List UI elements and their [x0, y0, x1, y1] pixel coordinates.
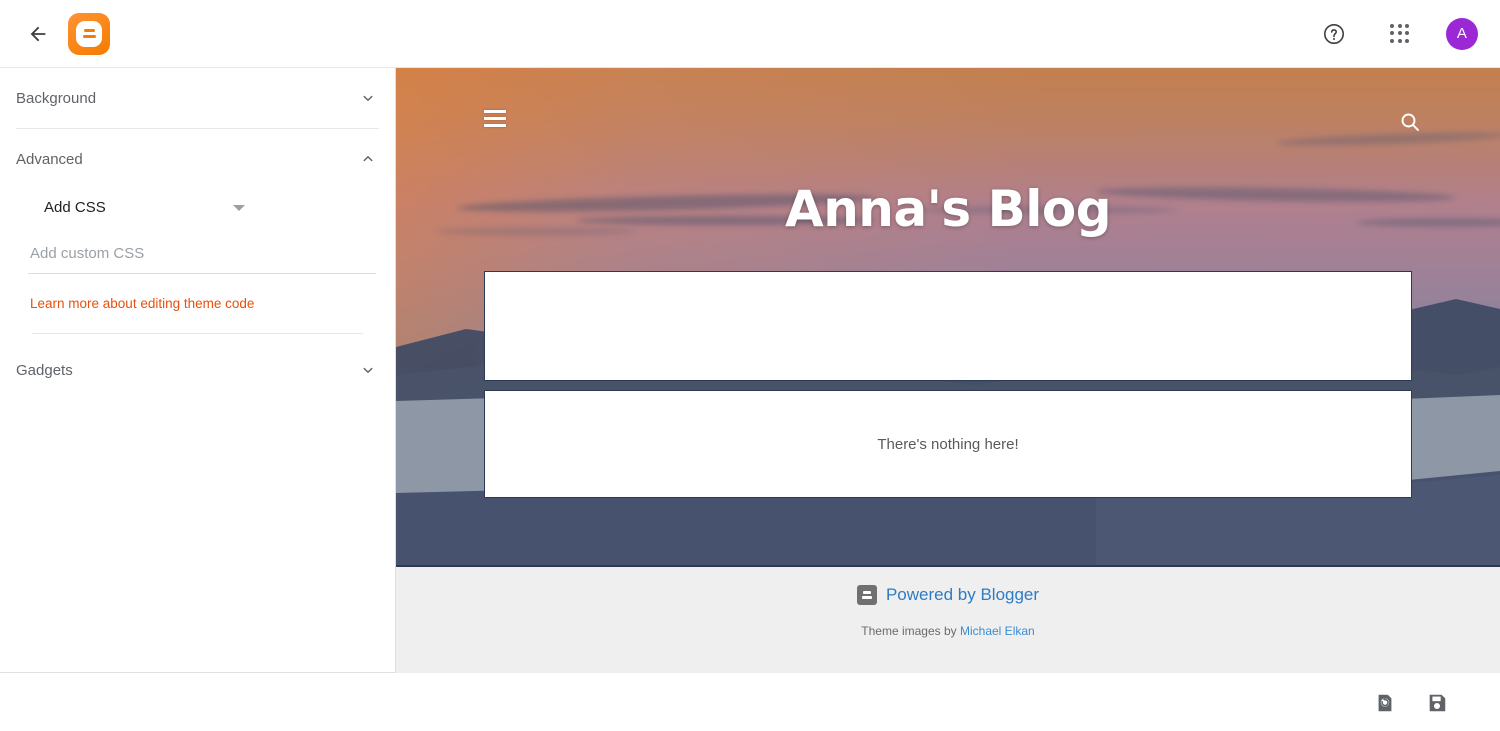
section-label-advanced: Advanced	[16, 150, 83, 168]
avatar[interactable]: A	[1446, 17, 1478, 50]
theme-credit-prefix: Theme images by	[861, 624, 960, 638]
revert-button[interactable]	[1368, 686, 1402, 720]
google-apps-button[interactable]	[1380, 14, 1420, 54]
help-button[interactable]	[1314, 14, 1354, 54]
advanced-section-body: Add CSS Learn more about editing theme c…	[0, 189, 395, 340]
css-target-select[interactable]: Add CSS	[16, 189, 379, 226]
logo-bar-bottom	[82, 35, 96, 39]
custom-css-input[interactable]	[28, 240, 376, 274]
preview-card-top	[484, 271, 1412, 381]
divider-after-advanced	[32, 333, 363, 334]
empty-state-message: There's nothing here!	[877, 435, 1019, 453]
menu-bar	[484, 110, 506, 113]
preview-hero-background: Anna's Blog There's nothing here!	[396, 68, 1500, 565]
custom-css-field-wrap	[16, 226, 379, 274]
sidebar-section-gadgets[interactable]: Gadgets	[0, 340, 395, 400]
blogger-theme-customizer: A Background Advanced Add CSS Add custom…	[0, 0, 1500, 731]
logo-bar-top	[83, 28, 95, 32]
theme-credit-author-link[interactable]: Michael Elkan	[960, 624, 1035, 638]
section-label-gadgets: Gadgets	[16, 361, 73, 379]
revert-icon	[1378, 694, 1392, 711]
section-label-background: Background	[16, 89, 97, 107]
powered-by-blogger[interactable]: Powered by Blogger	[856, 585, 1040, 605]
css-target-select-value: Add CSS	[44, 199, 106, 216]
preview-card-empty-state: There's nothing here!	[484, 390, 1412, 498]
blog-title: Anna's Blog	[785, 180, 1112, 238]
theme-options-sidebar: Background Advanced Add CSS Learn more a…	[0, 68, 396, 673]
hamburger-menu-icon[interactable]	[484, 110, 506, 131]
badge-bar-bottom	[861, 596, 872, 599]
chevron-down-icon	[357, 87, 379, 109]
chevron-down-icon	[357, 359, 379, 381]
apps-grid-icon	[1390, 23, 1410, 44]
arrow-back-icon	[30, 26, 46, 41]
sidebar-section-advanced[interactable]: Advanced	[0, 129, 395, 189]
menu-bar	[484, 124, 506, 127]
blogger-badge-icon	[856, 585, 877, 605]
back-button[interactable]	[18, 14, 58, 54]
save-button[interactable]	[1420, 686, 1454, 720]
save-icon	[1429, 694, 1446, 711]
blogger-logo-icon[interactable]	[68, 12, 110, 55]
bottom-action-bar	[0, 674, 1500, 731]
powered-by-blogger-label: Powered by Blogger	[885, 585, 1040, 604]
menu-bar	[484, 117, 506, 120]
top-bar-actions: A	[1314, 14, 1478, 54]
search-icon	[1401, 113, 1419, 131]
theme-credit: Theme images by Michael Elkan	[861, 624, 1034, 638]
help-circle-icon	[1324, 23, 1344, 44]
top-app-bar: A	[0, 0, 1500, 68]
chevron-up-icon	[357, 148, 379, 170]
preview-search-button[interactable]	[1398, 110, 1422, 139]
blogger-logo-glyph	[76, 20, 102, 47]
caret-down-icon	[233, 204, 245, 211]
sidebar-section-background[interactable]: Background	[0, 68, 395, 128]
learn-more-theme-code-link[interactable]: Learn more about editing theme code	[30, 296, 379, 311]
badge-bar-top	[862, 591, 871, 594]
theme-live-preview: Anna's Blog There's nothing here! Powere…	[396, 68, 1500, 673]
preview-footer: Powered by Blogger Theme images by Micha…	[396, 565, 1500, 673]
